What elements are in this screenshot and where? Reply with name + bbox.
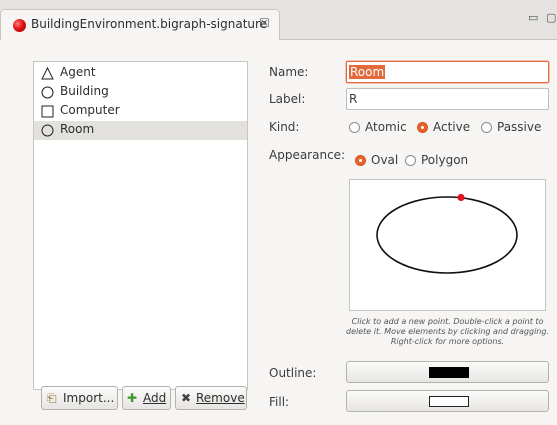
kind-passive-radio[interactable]: Passive <box>481 120 549 136</box>
bigraph-file-icon <box>13 19 26 32</box>
list-item-room[interactable]: Room <box>34 121 247 140</box>
folder-open-icon: ⎗ <box>47 391 57 405</box>
appearance-polygon-label: Polygon <box>421 153 469 167</box>
import-button-label: Import... <box>63 391 115 405</box>
kind-atomic-radio[interactable]: Atomic <box>349 120 415 136</box>
editor-tab[interactable]: BuildingEnvironment.bigraph-signature ☒ <box>0 9 280 41</box>
kind-active-radio[interactable]: Active <box>417 120 479 136</box>
fill-swatch <box>429 396 469 407</box>
list-item-label: Agent <box>60 65 96 79</box>
radio-on-icon <box>355 155 366 166</box>
outline-color-button[interactable] <box>346 361 549 383</box>
kind-label: Kind: <box>269 120 300 134</box>
kind-active-label: Active <box>433 120 471 134</box>
triangle-icon <box>41 67 54 80</box>
fill-label: Fill: <box>269 395 290 409</box>
radio-on-icon <box>417 122 428 133</box>
name-label: Name: <box>269 65 309 79</box>
plus-icon: ✚ <box>127 391 138 405</box>
close-icon[interactable]: ☒ <box>259 16 270 30</box>
kind-radio-group: Atomic Active Passive <box>349 120 549 136</box>
outline-swatch <box>429 367 469 378</box>
x-icon: ✖ <box>181 391 192 405</box>
circle-icon <box>41 124 54 137</box>
signature-editor: Agent Building Computer Room ⎗ Import...… <box>0 40 557 425</box>
controls-list[interactable]: Agent Building Computer Room <box>33 61 248 390</box>
label-field[interactable]: R <box>346 88 549 110</box>
remove-button-label: Remove <box>196 391 245 405</box>
list-item-building[interactable]: Building <box>34 83 247 102</box>
minimize-icon[interactable]: ▭ <box>528 11 538 24</box>
radio-off-icon <box>405 155 416 166</box>
appearance-oval-label: Oval <box>371 153 399 167</box>
shape-preview <box>376 193 518 274</box>
shape-canvas[interactable] <box>349 179 546 311</box>
oval-shape[interactable] <box>376 196 518 274</box>
list-item-label: Room <box>60 122 95 136</box>
name-field[interactable]: Room <box>346 61 549 83</box>
label-label: Label: <box>269 92 306 106</box>
appearance-label: Appearance: <box>269 148 346 162</box>
editor-tab-bar: BuildingEnvironment.bigraph-signature ☒ … <box>0 0 557 41</box>
fill-color-button[interactable] <box>346 390 549 412</box>
add-button[interactable]: ✚ Add <box>122 386 171 410</box>
appearance-polygon-radio[interactable]: Polygon <box>405 153 477 169</box>
maximize-icon[interactable]: ▢ <box>546 11 556 24</box>
import-button[interactable]: ⎗ Import... <box>41 386 118 410</box>
label-value: R <box>349 92 358 106</box>
list-item-computer[interactable]: Computer <box>34 102 247 121</box>
kind-atomic-label: Atomic <box>365 120 407 134</box>
list-item-label: Computer <box>60 103 120 117</box>
radio-off-icon <box>349 122 360 133</box>
name-value: Room <box>349 65 386 79</box>
add-button-label: Add <box>143 391 167 405</box>
radio-off-icon <box>481 122 492 133</box>
square-icon <box>41 105 54 118</box>
list-item-label: Building <box>60 84 109 98</box>
circle-icon <box>41 86 54 99</box>
remove-button[interactable]: ✖ Remove <box>175 386 247 410</box>
control-point[interactable] <box>457 193 465 202</box>
tab-title: BuildingEnvironment.bigraph-signature <box>31 17 268 31</box>
list-item-agent[interactable]: Agent <box>34 64 247 83</box>
appearance-radio-group: Oval Polygon <box>355 153 495 169</box>
canvas-hint: Click to add a new point. Double-click a… <box>346 317 549 346</box>
kind-passive-label: Passive <box>497 120 542 134</box>
appearance-oval-radio[interactable]: Oval <box>355 153 403 169</box>
outline-label: Outline: <box>269 366 317 380</box>
